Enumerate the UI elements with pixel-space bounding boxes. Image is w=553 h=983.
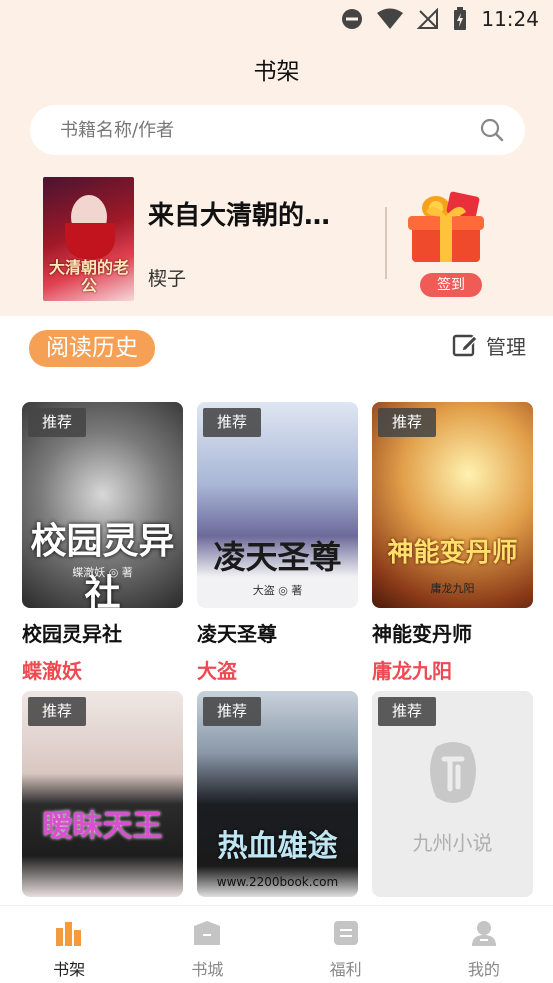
recommend-badge: 推荐 [378, 408, 436, 437]
edit-icon [452, 334, 478, 357]
bookstore-icon [194, 921, 221, 945]
recent-book-title[interactable]: 来自大清朝的… [148, 195, 363, 232]
page-title: 书架 [253, 59, 300, 85]
book-author: 蝶澈妖 [22, 659, 82, 683]
cover-title: 九州小说 [412, 831, 493, 855]
recommend-badge: 推荐 [378, 697, 436, 726]
status-time: 11:24 [481, 7, 539, 31]
welfare-icon [333, 921, 358, 945]
no-signal-icon [417, 8, 439, 29]
nav-welfare[interactable]: 福利 [277, 906, 415, 983]
book-item[interactable]: 推荐 凌天圣尊 大盗 ◎ 著 凌天圣尊 大盗 [197, 402, 358, 684]
search-icon[interactable] [479, 117, 505, 143]
nav-label: 书城 [191, 960, 224, 979]
recent-book-cover-title: 大清朝的老公 [49, 258, 130, 295]
recommend-badge: 推荐 [203, 697, 261, 726]
tab-reading-history[interactable]: 阅读历史 [29, 330, 155, 367]
book-cover[interactable]: 推荐 校园灵异社 蝶澈妖 ◎ 著 [22, 402, 183, 608]
bottom-nav: 书架 书城 福利 我的 [0, 905, 553, 983]
recent-book-cover[interactable]: 大清朝的老公 [43, 177, 134, 301]
recommend-badge: 推荐 [203, 408, 261, 437]
placeholder-logo-icon [430, 742, 476, 803]
recommend-badge: 推荐 [28, 697, 86, 726]
cover-title: 神能变丹师 [387, 538, 518, 568]
recent-book-author: 楔子 [148, 268, 187, 290]
book-item[interactable]: 推荐 暧昧天王 [22, 691, 183, 897]
battery-charging-icon [454, 7, 467, 30]
manage-button[interactable]: 管理 [452, 330, 526, 360]
book-title: 神能变丹师 [372, 622, 472, 646]
cover-subtitle: 庸龙九阳 [430, 582, 475, 595]
book-cover[interactable]: 推荐 凌天圣尊 大盗 ◎ 著 [197, 402, 358, 608]
cover-art-veil [65, 223, 115, 259]
nav-label: 我的 [467, 960, 500, 979]
cover-subtitle: 大盗 ◎ 著 [252, 584, 303, 597]
status-bar: 11:24 [0, 0, 553, 40]
book-cover[interactable]: 推荐 暧昧天王 [22, 691, 183, 897]
divider [385, 207, 387, 279]
recommend-badge: 推荐 [28, 408, 86, 437]
gift-box-icon[interactable] [404, 190, 490, 266]
cover-title: 校园灵异社 [30, 521, 175, 608]
profile-icon [471, 921, 496, 946]
book-item[interactable]: 推荐 校园灵异社 蝶澈妖 ◎ 著 校园灵异社 蝶澈妖 [22, 402, 183, 684]
cover-title: 凌天圣尊 [213, 538, 342, 576]
book-item[interactable]: 推荐 九州小说 [372, 691, 533, 897]
book-cover[interactable]: 推荐 热血雄途 www.2200book.com [197, 691, 358, 897]
wifi-icon [377, 8, 404, 29]
signin-button[interactable]: 签到 [420, 273, 482, 297]
search-input[interactable] [60, 119, 479, 141]
book-author: 大盗 [197, 659, 237, 683]
nav-bookstore[interactable]: 书城 [138, 906, 276, 983]
bookshelf-icon [56, 922, 82, 946]
book-item[interactable]: 推荐 热血雄途 www.2200book.com [197, 691, 358, 897]
nav-profile[interactable]: 我的 [415, 906, 553, 983]
nav-label: 福利 [329, 960, 362, 979]
cover-title: 热血雄途 [217, 829, 338, 864]
book-author: 庸龙九阳 [372, 659, 452, 683]
cover-title: 暧昧天王 [42, 809, 163, 844]
book-title: 凌天圣尊 [197, 622, 277, 646]
cover-subtitle: 蝶澈妖 ◎ 著 [72, 566, 133, 579]
nav-label: 书架 [53, 960, 86, 979]
nav-bookshelf[interactable]: 书架 [0, 906, 138, 983]
book-title: 校园灵异社 [22, 622, 122, 646]
book-cover[interactable]: 推荐 九州小说 [372, 691, 533, 897]
dnd-icon [342, 9, 363, 29]
search-bar[interactable] [30, 105, 525, 155]
manage-label: 管理 [486, 334, 526, 359]
book-cover[interactable]: 推荐 神能变丹师 庸龙九阳 [372, 402, 533, 608]
book-item[interactable]: 推荐 神能变丹师 庸龙九阳 神能变丹师 庸龙九阳 [372, 402, 533, 684]
cover-subtitle: www.2200book.com [216, 875, 339, 889]
